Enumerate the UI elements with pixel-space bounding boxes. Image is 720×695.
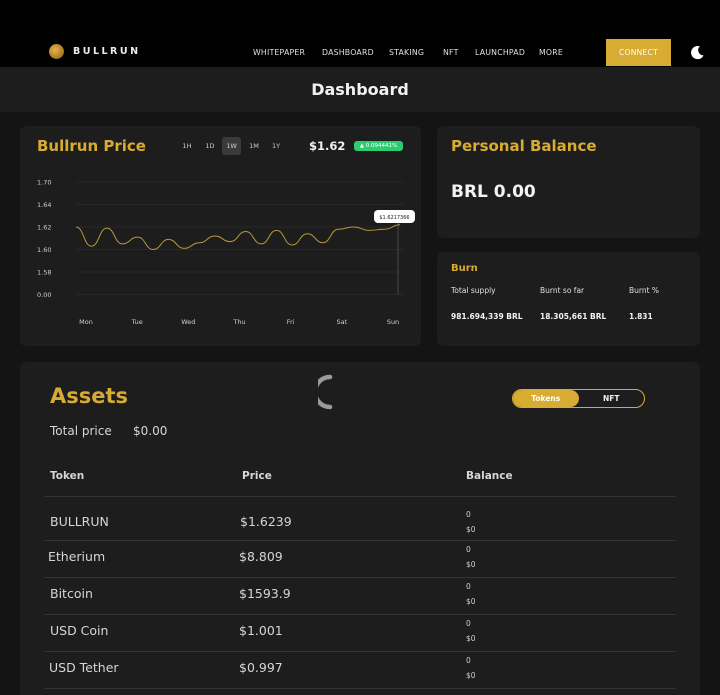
token-balance: 0 (466, 510, 471, 519)
connect-button[interactable]: CONNECT (606, 39, 671, 66)
token-price: $0.997 (239, 660, 283, 675)
personal-balance-value: BRL 0.00 (451, 182, 536, 202)
burn-total-supply-label: Total supply (451, 286, 496, 295)
token-price: $1.001 (239, 623, 283, 638)
tab-nft[interactable]: NFT (579, 390, 645, 407)
nav-item-nft[interactable]: NFT (443, 48, 459, 57)
token-name: USD Coin (50, 623, 109, 638)
nav-item-dashboard[interactable]: DASHBOARD (322, 48, 374, 57)
price-series-line (75, 224, 401, 251)
burn-total-supply-value: 981.694,339 BRL (451, 312, 523, 321)
y-tick-label: 1.62 (37, 224, 51, 232)
nav-item-launchpad[interactable]: LAUNCHPAD (475, 48, 525, 57)
tab-tokens[interactable]: Tokens (513, 390, 579, 407)
loading-spinner-icon (318, 374, 333, 410)
timeframe-1d[interactable]: 1D (201, 137, 219, 155)
timeframe-1h[interactable]: 1H (178, 137, 196, 155)
price-change-badge: ▲ 0.094441% (354, 141, 403, 151)
x-tick-label: Thu (232, 318, 245, 326)
nav-item-staking[interactable]: STAKING (389, 48, 424, 57)
burn-burnt-percent-value: 1.831 (629, 312, 653, 321)
timeframe-1w[interactable]: 1W (222, 137, 241, 155)
total-price-value: $0.00 (133, 424, 168, 438)
y-tick-label: 1.58 (37, 269, 51, 277)
table-header-divider (44, 496, 676, 497)
table-row[interactable]: Etherium $8.809 0 $0 (44, 541, 676, 578)
table-row[interactable]: USD Coin $1.001 0 $0 (44, 615, 676, 652)
column-header-price: Price (242, 470, 272, 482)
y-tick-label: 1.70 (37, 179, 51, 187)
token-balance: 0 (466, 619, 471, 628)
column-header-token: Token (50, 470, 85, 482)
table-row[interactable]: Bitcoin $1593.9 0 $0 (44, 578, 676, 615)
burn-burnt-percent-label: Burnt % (629, 286, 660, 295)
current-price: $1.62 (309, 139, 346, 153)
token-balance-usd: $0 (466, 597, 476, 606)
timeframe-1y[interactable]: 1Y (267, 137, 285, 155)
token-name: USD Tether (49, 660, 119, 675)
token-balance-usd: $0 (466, 525, 476, 534)
x-tick-label: Sun (387, 318, 399, 326)
token-name: Etherium (48, 549, 106, 564)
price-card-title: Bullrun Price (37, 137, 146, 155)
total-price-label: Total price (50, 424, 112, 438)
top-navbar: BULLRUN WHITEPAPER DASHBOARD STAKING NFT… (0, 0, 720, 67)
x-tick-label: Tue (131, 318, 143, 326)
assets-title: Assets (50, 384, 129, 408)
column-header-balance: Balance (466, 470, 513, 482)
token-balance-usd: $0 (466, 634, 476, 643)
token-price: $8.809 (239, 549, 283, 564)
x-tick-label: Wed (181, 318, 195, 326)
y-tick-label: 1.64 (37, 201, 51, 209)
burn-burnt-so-far-value: 18.305,661 BRL (540, 312, 607, 321)
table-row[interactable]: USD Tether $0.997 0 $0 (44, 652, 676, 689)
token-price: $1593.9 (239, 586, 291, 601)
x-tick-label: Mon (79, 318, 93, 326)
token-balance: 0 (466, 545, 471, 554)
page-title-bar: Dashboard (0, 67, 720, 112)
table-row[interactable]: BULLRUN $1.6239 0 $0 (44, 504, 676, 541)
personal-balance-title: Personal Balance (451, 137, 597, 155)
x-tick-label: Sat (336, 318, 347, 326)
token-name: BULLRUN (50, 514, 109, 529)
price-chart: 1.70 1.64 1.62 1.60 1.58 0.00 Mon Tue Wed Thu Fri… (37, 179, 415, 326)
token-balance-usd: $0 (466, 671, 476, 680)
token-balance: 0 (466, 656, 471, 665)
x-tick-label: Fri (287, 318, 295, 326)
timeframe-1m[interactable]: 1M (245, 137, 263, 155)
y-tick-label: 1.60 (37, 246, 51, 254)
token-price: $1.6239 (240, 514, 292, 529)
assets-type-toggle: Tokens NFT (512, 389, 645, 408)
token-name: Bitcoin (50, 586, 93, 601)
burn-burnt-so-far-label: Burnt so far (540, 286, 585, 295)
burn-title: Burn (451, 263, 478, 274)
moon-icon[interactable] (690, 45, 705, 60)
nav-item-more[interactable]: MORE (539, 48, 563, 57)
token-balance: 0 (466, 582, 471, 591)
tooltip-text: $1.6217366 (379, 215, 409, 221)
nav-item-whitepaper[interactable]: WHITEPAPER (253, 48, 305, 57)
token-balance-usd: $0 (466, 560, 476, 569)
page-title: Dashboard (311, 80, 409, 99)
y-tick-label: 0.00 (37, 291, 51, 299)
chart-tooltip: $1.6217366 (374, 210, 415, 223)
